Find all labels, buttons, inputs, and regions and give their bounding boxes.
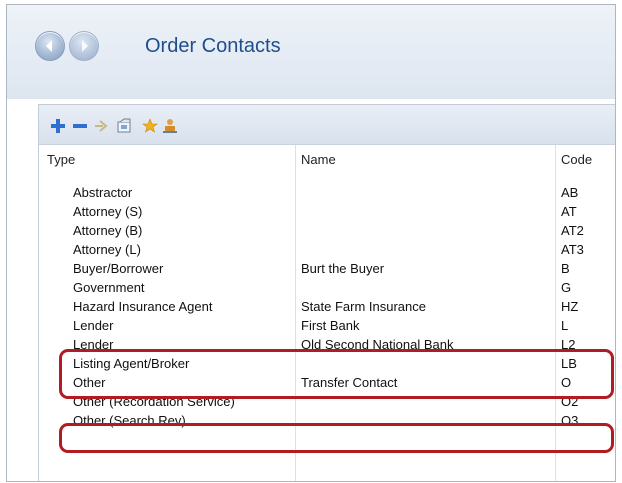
code-cell: AT — [561, 204, 577, 219]
arrow-icon[interactable] — [93, 117, 111, 135]
header-bar: Order Contacts — [7, 5, 615, 99]
user-stamp-icon[interactable] — [161, 117, 179, 135]
table-row[interactable]: Buyer/Borrower Burt the Buyer B — [39, 259, 615, 278]
lender-rows-highlight — [59, 349, 614, 399]
code-cell: AT2 — [561, 223, 584, 238]
forward-arrow-icon — [82, 40, 88, 52]
back-button[interactable] — [35, 31, 65, 61]
page-title: Order Contacts — [145, 35, 281, 57]
name-cell: State Farm Insurance — [301, 299, 426, 314]
table-row[interactable]: Attorney (B) AT2 — [39, 221, 615, 240]
type-cell: Buyer/Borrower — [73, 261, 164, 276]
window: Order Contacts Type Name Code Abstractor… — [6, 4, 616, 482]
forward-button[interactable] — [69, 31, 99, 61]
code-cell: G — [561, 280, 572, 295]
star-icon[interactable] — [141, 117, 159, 135]
table-row[interactable]: Abstractor AB — [39, 183, 615, 202]
back-arrow-icon — [46, 40, 52, 52]
add-icon[interactable] — [49, 117, 67, 135]
remove-icon[interactable] — [71, 117, 89, 135]
code-cell: AT3 — [561, 242, 584, 257]
column-header-name[interactable]: Name — [301, 152, 336, 167]
column-header-code[interactable]: Code — [561, 152, 592, 167]
code-cell: AB — [561, 185, 579, 200]
table-row[interactable]: Hazard Insurance Agent State Farm Insura… — [39, 297, 615, 316]
type-cell: Hazard Insurance Agent — [73, 299, 213, 314]
type-cell: Abstractor — [73, 185, 133, 200]
table-row[interactable]: Lender First Bank L — [39, 316, 615, 335]
type-cell: Lender — [73, 318, 114, 333]
table-row[interactable]: Attorney (L) AT3 — [39, 240, 615, 259]
type-cell: Attorney (L) — [73, 242, 141, 257]
column-header-type[interactable]: Type — [47, 152, 75, 167]
toolbar — [39, 105, 615, 145]
table-row[interactable]: Attorney (S) AT — [39, 202, 615, 221]
name-cell: Burt the Buyer — [301, 261, 385, 276]
code-cell: L — [561, 318, 569, 333]
contacts-panel: Type Name Code Abstractor AB Attorney (S… — [38, 104, 615, 481]
type-cell: Attorney (B) — [73, 223, 143, 238]
table-row[interactable]: Government G — [39, 278, 615, 297]
other-row-highlight — [59, 423, 614, 453]
open-icon[interactable] — [116, 117, 134, 135]
type-cell: Attorney (S) — [73, 204, 143, 219]
code-cell: HZ — [561, 299, 579, 314]
type-cell: Government — [73, 280, 145, 295]
name-cell: First Bank — [301, 318, 360, 333]
code-cell: B — [561, 261, 570, 276]
